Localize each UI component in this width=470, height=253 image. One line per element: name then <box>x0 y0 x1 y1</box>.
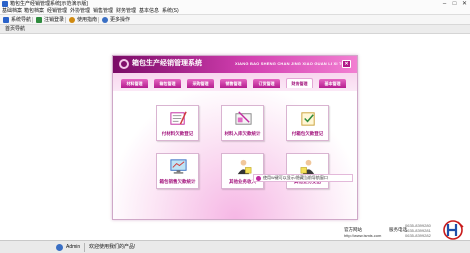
toolbar-separator <box>32 17 33 23</box>
tab-finance[interactable]: 财务管理 <box>286 78 313 88</box>
tab-orders[interactable]: 订货管理 <box>253 79 280 88</box>
app-icon <box>2 1 8 7</box>
logout-icon <box>36 17 42 23</box>
banner-subtitle: XIANG BAO SHENG CHAN JING XIAO GUAN LI X… <box>235 61 352 66</box>
tile-bag-sales-debt-stats[interactable]: 箱包销售欠款统计 <box>156 153 199 189</box>
current-user: Admin <box>66 244 81 250</box>
notice-bar: 使用W键可以显示/隐藏当前导航窗口 <box>253 174 353 182</box>
website-link[interactable]: http://www.ismis.com <box>344 233 381 238</box>
sales-debt-stats-icon <box>170 159 187 174</box>
help-icon <box>69 17 75 23</box>
panel-close-button[interactable]: ✕ <box>342 60 351 68</box>
status-divider <box>84 243 85 252</box>
tile-other-income[interactable]: 其他业务收入 <box>221 153 264 189</box>
menu-item[interactable]: 财务管理 <box>116 8 136 15</box>
tile-label: 付材料欠款登记 <box>161 131 194 136</box>
tab-basic[interactable]: 基本管理 <box>319 79 346 88</box>
toolbar-separator <box>65 17 66 23</box>
phone-number: 0635-8399282 <box>405 233 431 238</box>
tile-label: 付箱包欠款登记 <box>291 131 324 136</box>
tab-materials[interactable]: 材料管理 <box>121 79 148 88</box>
toolbar-label: 更多操作 <box>110 17 131 23</box>
tab-home-navigation[interactable]: 首页导航 <box>5 25 25 34</box>
tab-sales[interactable]: 销售管理 <box>220 79 247 88</box>
tab-purchasing[interactable]: 采购管理 <box>187 79 214 88</box>
tile-material-debt-stats[interactable]: 材料入库欠款统计 <box>221 105 264 141</box>
menu-item[interactable]: 经销管理 <box>47 8 67 15</box>
tile-pay-bag-debt[interactable]: 付箱包欠款登记 <box>286 105 329 141</box>
notice-text: 使用W键可以显示/隐藏当前导航窗口 <box>263 175 328 180</box>
navigation-panel: 箱包生产经销管理系统 XIANG BAO SHENG CHAN JING XIA… <box>112 55 358 220</box>
menu-item[interactable]: 基本信息 <box>139 8 159 15</box>
tile-pay-material-debt[interactable]: 付材料欠款登记 <box>156 105 199 141</box>
toolbar-separator <box>98 17 99 23</box>
toolbar: 系统导航 注销登录 使用指南 更多操作 <box>0 15 470 25</box>
menu-item[interactable]: 箱包档案 <box>24 8 44 15</box>
toolbar-label: 使用指南 <box>77 17 98 23</box>
tile-other-expense[interactable]: 其他业务支出 <box>286 153 329 189</box>
tile-label: 箱包销售欠款统计 <box>159 179 196 184</box>
tab-bags[interactable]: 箱包管理 <box>154 79 181 88</box>
user-icon <box>56 244 63 251</box>
payment-icon <box>170 111 187 125</box>
menu-item[interactable]: 系统(S) <box>162 8 179 15</box>
menu-item[interactable]: 基础档案 <box>2 8 22 15</box>
minimize-icon[interactable]: – <box>440 0 449 8</box>
navigation-icon <box>3 17 9 23</box>
panel-content: 付材料欠款登记 材料入库欠款统计 付箱包欠款登记 箱包销售欠款统计 其他业务收入 <box>113 91 357 219</box>
menu-item[interactable]: 销售管理 <box>93 8 113 15</box>
menu-bar: 基础档案 箱包档案 经销管理 外协管理 销售管理 财务管理 基本信息 系统(S) <box>0 8 470 15</box>
more-icon <box>102 17 108 23</box>
module-tab-strip: 材料管理 箱包管理 采购管理 销售管理 订货管理 财务管理 基本管理 <box>113 73 357 91</box>
window-title: 箱包生产经销管理系统[示范演示版] <box>10 1 88 7</box>
inventory-debt-icon <box>235 111 252 125</box>
close-icon[interactable]: ✕ <box>460 0 469 8</box>
menu-item[interactable]: 外协管理 <box>70 8 90 15</box>
user-guide-button[interactable]: 使用指南 <box>69 16 97 24</box>
logout-button[interactable]: 注销登录 <box>36 16 64 24</box>
other-income-icon <box>237 159 252 175</box>
maximize-icon[interactable]: □ <box>450 0 459 8</box>
document-tab-bar: 首页导航 <box>0 25 470 34</box>
status-bar: Admin 欢迎使用我们的产品! <box>0 240 470 253</box>
title-bar: 箱包生产经销管理系统[示范演示版] – □ ✕ <box>0 0 470 8</box>
more-actions-button[interactable]: 更多操作 <box>102 16 130 24</box>
system-nav-button[interactable]: 系统导航 <box>3 16 31 24</box>
brand-logo-icon <box>443 220 464 240</box>
status-message: 欢迎使用我们的产品! <box>89 244 136 250</box>
banner-title: 箱包生产经销管理系统 <box>132 60 202 67</box>
banner-logo-icon <box>119 59 129 69</box>
toolbar-label: 注销登录 <box>44 17 65 23</box>
tile-label: 材料入库欠款统计 <box>224 131 261 136</box>
info-icon <box>256 176 261 181</box>
bag-payment-icon <box>301 112 315 126</box>
toolbar-label: 系统导航 <box>11 17 32 23</box>
panel-banner: 箱包生产经销管理系统 XIANG BAO SHENG CHAN JING XIA… <box>113 56 357 73</box>
